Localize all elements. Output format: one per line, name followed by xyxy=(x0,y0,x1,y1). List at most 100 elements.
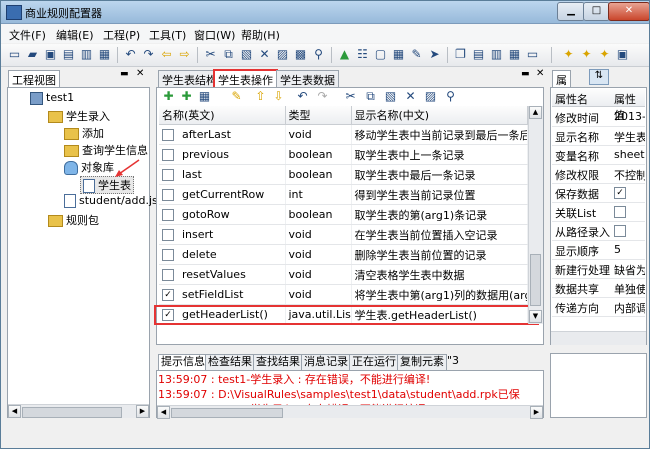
copy-icon[interactable]: ⧉ xyxy=(221,47,236,62)
find-icon[interactable]: ▨ xyxy=(275,47,290,62)
tab-table-operations[interactable]: 学生表操作 xyxy=(213,69,278,89)
property-checkbox[interactable] xyxy=(614,225,626,237)
property-row[interactable]: 显示顺序 5 xyxy=(552,240,645,260)
back-icon[interactable]: ⇦ xyxy=(159,47,174,62)
find-replace-icon[interactable]: ▩ xyxy=(293,47,308,62)
messages-hscroll-thumb[interactable] xyxy=(171,408,283,418)
add-row-icon[interactable]: ✚ xyxy=(161,89,176,104)
menu-edit[interactable]: 编辑(E) xyxy=(56,27,94,43)
edit-icon[interactable]: ✎ xyxy=(409,47,424,62)
tile-v-icon[interactable]: ▥ xyxy=(489,47,504,62)
tab-search[interactable]: 查找结果 xyxy=(253,354,303,371)
tab-messages[interactable]: 消息记录 xyxy=(301,354,351,371)
table-row[interactable]: insert void 在学生表当前位置插入空记录 xyxy=(159,224,528,245)
row-checkbox[interactable] xyxy=(162,209,174,221)
editor-vscroll-thumb[interactable] xyxy=(530,254,541,306)
property-row[interactable]: 关联List xyxy=(552,202,645,222)
window-icon[interactable]: ▢ xyxy=(373,47,388,62)
table-row[interactable]: resetValues void 清空表格学生表中数据 xyxy=(159,264,528,285)
property-row[interactable]: 显示名称 学生表 xyxy=(552,126,645,146)
maximize-button[interactable]: □ xyxy=(583,2,610,21)
open-icon[interactable]: ▰ xyxy=(25,47,40,62)
about-icon[interactable]: ▣ xyxy=(615,47,630,62)
tree-hscroll-thumb[interactable] xyxy=(22,407,122,418)
undo-icon[interactable]: ↶ xyxy=(123,47,138,62)
property-row[interactable]: 新建行处理 缺省为 xyxy=(552,259,645,279)
property-row[interactable]: 从路径录入 xyxy=(552,221,645,241)
col-name[interactable]: 名称(英文) xyxy=(159,106,286,125)
editor-binoculars-icon[interactable]: ⚲ xyxy=(443,89,458,104)
sort-icon[interactable]: ⇅ xyxy=(589,69,609,85)
new-icon[interactable]: ▭ xyxy=(7,47,22,62)
tree-icon[interactable]: ☷ xyxy=(355,47,370,62)
tab-check[interactable]: 检查结果 xyxy=(205,354,255,371)
tree-item-rules[interactable]: 规则包 xyxy=(48,212,99,228)
cut-icon[interactable]: ✂ xyxy=(203,47,218,62)
wizard-icon[interactable]: ✦ xyxy=(597,47,612,62)
table-row[interactable]: previous boolean 取学生表中上一条记录 xyxy=(159,144,528,165)
table-row[interactable]: getCurrentRow int 得到学生表当前记录位置 xyxy=(159,184,528,205)
insert-row-icon[interactable]: ✚ xyxy=(179,89,194,104)
editor-pin-icon[interactable]: ▬ xyxy=(521,69,530,79)
print-preview-icon[interactable]: ▥ xyxy=(79,47,94,62)
import-icon[interactable]: ▦ xyxy=(197,89,212,104)
tree-hscroll[interactable]: ◀ ▶ xyxy=(8,404,149,418)
binoculars-icon[interactable]: ⚲ xyxy=(311,47,326,62)
row-checkbox[interactable] xyxy=(162,149,174,161)
properties-hscroll[interactable] xyxy=(551,331,646,345)
table-row[interactable]: ✓ setFieldList void 将学生表中第(arg1)列的数据用(arg2 xyxy=(159,284,528,305)
tree-item-add[interactable]: 添加 xyxy=(64,125,104,141)
tab-overflow[interactable]: "3 xyxy=(445,354,461,369)
editor-paste-icon[interactable]: ▧ xyxy=(383,89,398,104)
row-checkbox[interactable]: ✓ xyxy=(162,289,174,301)
wand-icon[interactable]: ✎ xyxy=(229,89,244,104)
editor-undo-icon[interactable]: ↶ xyxy=(295,89,310,104)
table-row[interactable]: delete void 删除学生表当前位置的记录 xyxy=(159,244,528,265)
property-checkbox[interactable] xyxy=(614,206,626,218)
property-row[interactable]: 传递方向 内部调 xyxy=(552,297,645,317)
property-checkbox[interactable]: ✓ xyxy=(614,187,626,199)
arrow-icon[interactable]: ➤ xyxy=(427,47,442,62)
tip-icon[interactable]: ✦ xyxy=(579,47,594,62)
close-button[interactable]: ✕ xyxy=(608,2,649,21)
property-row[interactable]: 数据共享 单独使 xyxy=(552,278,645,298)
forward-icon[interactable]: ⇨ xyxy=(177,47,192,62)
editor-cut-icon[interactable]: ✂ xyxy=(343,89,358,104)
pin-icon[interactable]: ▬ xyxy=(120,69,129,79)
table-row[interactable]: afterLast void 移动学生表中当前记录到最后一条后 xyxy=(159,124,528,145)
minimize-button[interactable]: ▁ xyxy=(557,2,585,21)
tree-root[interactable]: test1 xyxy=(30,91,74,105)
tab-running[interactable]: 正在运行 xyxy=(349,354,399,371)
row-checkbox[interactable] xyxy=(162,189,174,201)
row-checkbox[interactable] xyxy=(162,269,174,281)
menu-project[interactable]: 工程(P) xyxy=(103,27,140,43)
move-down-icon[interactable]: ⇩ xyxy=(271,89,286,104)
property-row[interactable]: 保存数据 ✓ xyxy=(552,183,645,203)
redo-icon[interactable]: ↷ xyxy=(141,47,156,62)
row-checkbox[interactable] xyxy=(162,129,174,141)
menu-window[interactable]: 窗口(W) xyxy=(194,27,235,43)
layout-icon[interactable]: ▦ xyxy=(507,47,522,62)
tab-tips[interactable]: 提示信息 xyxy=(158,354,208,371)
compile-icon[interactable]: ▲ xyxy=(337,47,352,62)
table-row[interactable]: gotoRow boolean 取学生表的第(arg1)条记录 xyxy=(159,204,528,225)
property-row[interactable]: 修改权限 不控制 xyxy=(552,164,645,184)
paste-icon[interactable]: ▧ xyxy=(239,47,254,62)
row-checkbox[interactable] xyxy=(162,249,174,261)
col-display[interactable]: 显示名称(中文) xyxy=(351,106,528,125)
tree-item-db[interactable]: 对象库 xyxy=(64,159,114,175)
tree-group[interactable]: 学生录入 xyxy=(48,108,110,124)
save-icon[interactable]: ▣ xyxy=(43,47,58,62)
delete-icon[interactable]: ✕ xyxy=(257,47,272,62)
col-type[interactable]: 类型 xyxy=(285,106,352,125)
editor-delete-icon[interactable]: ✕ xyxy=(403,89,418,104)
property-row[interactable]: 变量名称 sheet xyxy=(552,145,645,165)
grid-icon[interactable]: ▦ xyxy=(391,47,406,62)
tree-item-query[interactable]: 查询学生信息 xyxy=(64,142,148,158)
property-row[interactable]: 修改时间 2013- xyxy=(552,107,645,127)
tile-h-icon[interactable]: ▤ xyxy=(471,47,486,62)
menu-help[interactable]: 帮助(H) xyxy=(241,27,280,43)
help-icon[interactable]: ✦ xyxy=(561,47,576,62)
tree-item-file[interactable]: student/add.js xyxy=(64,194,158,208)
minimize-all-icon[interactable]: ▭ xyxy=(525,47,540,62)
